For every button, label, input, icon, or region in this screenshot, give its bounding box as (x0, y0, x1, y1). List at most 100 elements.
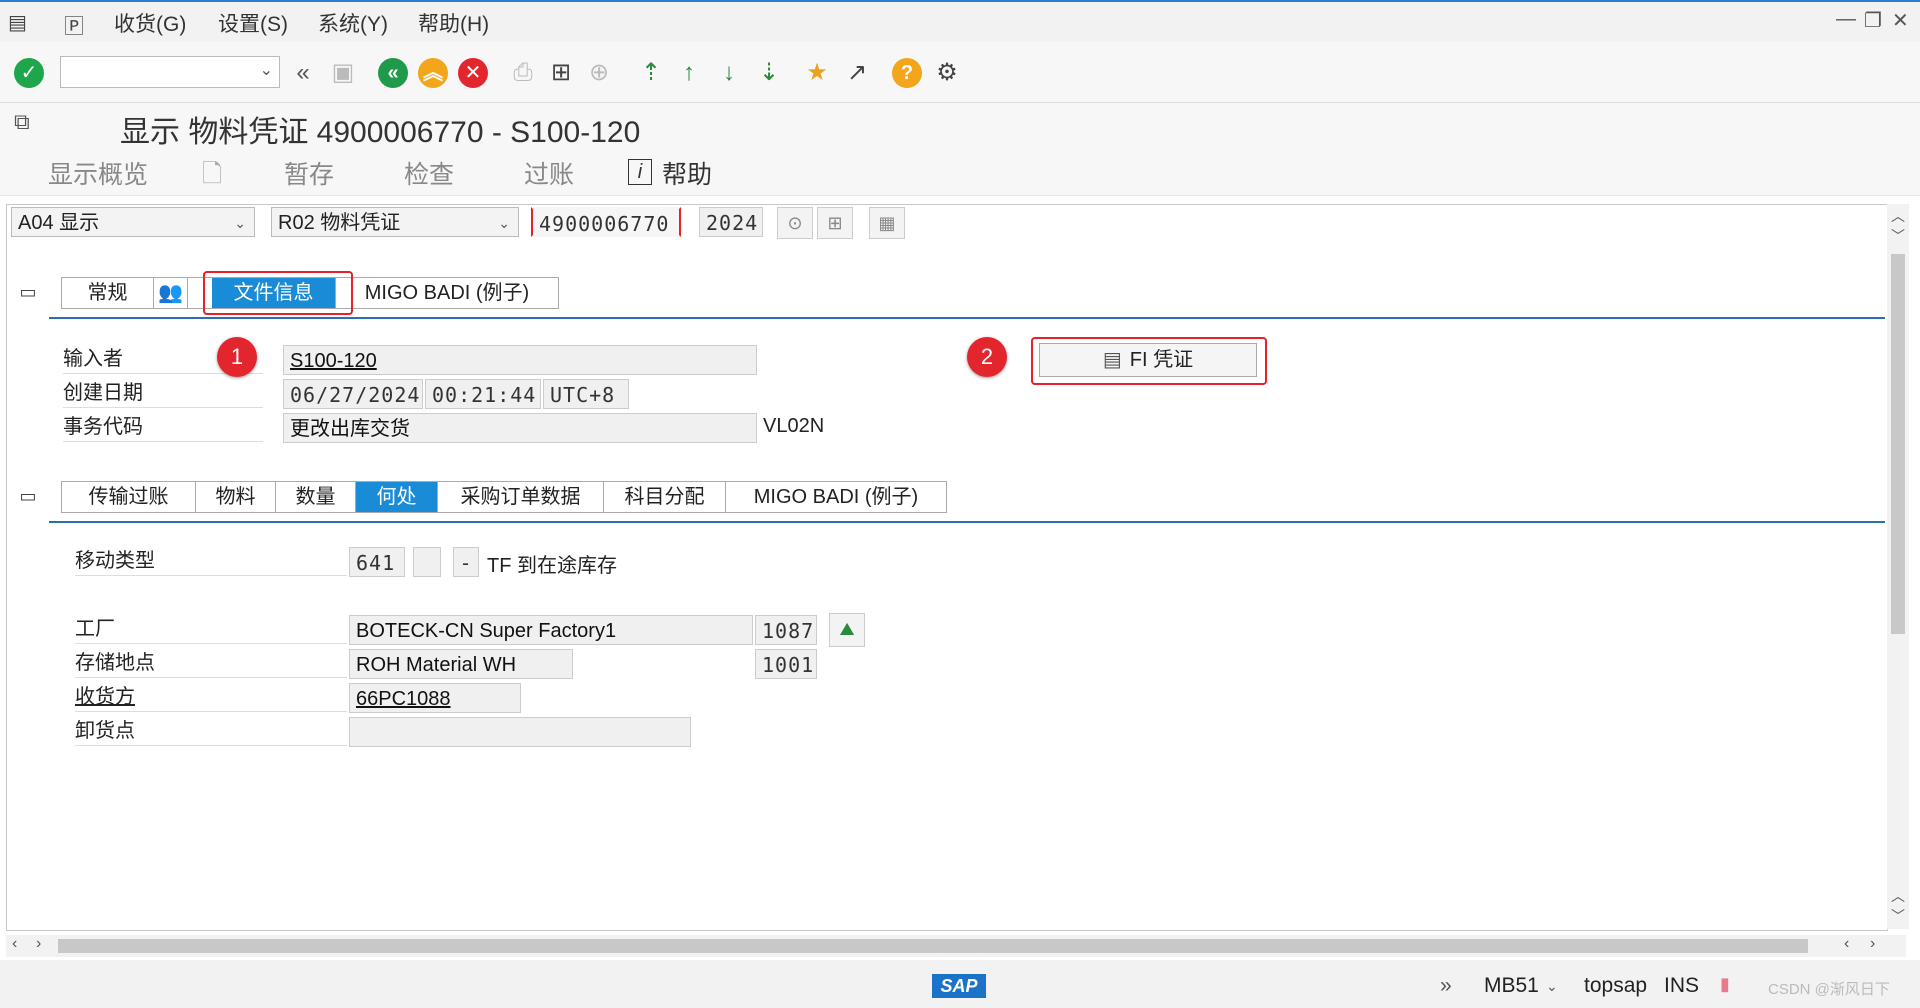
binoculars-icon[interactable]: ⊞ (817, 207, 853, 239)
horizontal-scrollbar[interactable]: ‹ › ‹ › (6, 935, 1906, 957)
year-field[interactable]: 2024 (699, 207, 763, 237)
storage-location-name-field: ROH Material WH (349, 649, 573, 679)
tcode-text-field: 更改出库交货 (283, 413, 757, 443)
tab-migo-badi[interactable]: MIGO BADI (例子) (336, 278, 558, 308)
scroll-down-bottom-icon[interactable]: ﹀ (1891, 906, 1905, 926)
recipient-label[interactable]: 收货方 (75, 683, 347, 712)
tab-spacer (188, 278, 204, 308)
chevron-down-icon: ⌄ (498, 215, 510, 231)
application-toolbar: 显示概览 🗋 暂存 检查 过账 i 帮助 (0, 149, 1920, 196)
tab-partner-icon[interactable]: 👥 (154, 278, 188, 308)
menu-help[interactable]: 帮助(H) (418, 8, 489, 38)
help-icon[interactable]: ? (892, 58, 922, 88)
vertical-scrollbar[interactable]: ︿ ﹀ ︿ ﹀ (1887, 204, 1909, 929)
tab-material[interactable]: 物料 (196, 482, 276, 512)
standard-toolbar: ✓ ⌄ « ▣ « ︽ ✕ ⎙ ⊞ ⊕ ⇡ ↑ ↓ ⇣ ★ ↗ ? ⚙ (0, 42, 1920, 103)
tab-general[interactable]: 常规 (62, 278, 154, 308)
fi-document-button[interactable]: ▤ FI 凭证 (1039, 343, 1257, 377)
special-stock-field (413, 547, 441, 577)
exit-icon[interactable]: ︽ (418, 58, 448, 88)
status-system: topsap (1584, 974, 1648, 997)
entered-by-field[interactable]: S100-120 (283, 345, 757, 375)
tab-where[interactable]: 何处 (356, 482, 438, 512)
movement-type-label: 移动类型 (75, 547, 347, 576)
tcode-value: VL02N (763, 415, 825, 437)
map-icon[interactable]: ⛰ (829, 613, 865, 647)
tab-account-assignment[interactable]: 科目分配 (604, 482, 726, 512)
status-mode: INS (1664, 974, 1700, 997)
back-double-icon[interactable]: « (286, 56, 320, 90)
reference-select[interactable]: R02 物料凭证 ⌄ (271, 207, 519, 237)
scroll-down-icon[interactable]: ﹀ (1891, 226, 1905, 246)
previous-page-icon[interactable]: ↑ (672, 56, 706, 90)
execute-icon[interactable]: ⊙ (777, 207, 813, 239)
close-icon[interactable]: ✕ (1892, 8, 1909, 33)
tab-po-data[interactable]: 采购订单数据 (438, 482, 604, 512)
tab-underline (49, 317, 1885, 319)
collapse-item-icon[interactable]: ▭ (13, 481, 43, 511)
storage-location-label: 存储地点 (75, 649, 347, 678)
print-icon[interactable]: ⎙ (506, 56, 540, 90)
unloading-point-label: 卸货点 (75, 717, 347, 746)
plant-name-field: BOTECK-CN Super Factory1 (349, 615, 753, 645)
created-date-field: 06/27/2024 (283, 379, 423, 409)
overview-button[interactable]: 显示概览 (48, 155, 148, 191)
find-next-icon[interactable]: ⊕ (582, 56, 616, 90)
plant-code-field: 1087 (755, 615, 817, 645)
scroll-left-end-icon[interactable]: ‹ (1844, 935, 1849, 953)
find-icon[interactable]: ⊞ (544, 56, 578, 90)
fi-icon: ▤ (1102, 349, 1122, 371)
menu-settings[interactable]: 设置(S) (218, 8, 288, 38)
tab-quantity[interactable]: 数量 (276, 482, 356, 512)
page-icon[interactable]: 🄿 (64, 10, 84, 39)
chevron-down-icon[interactable]: ⌄ (1546, 978, 1558, 995)
help-button[interactable]: 帮助 (662, 155, 712, 191)
vertical-scroll-thumb[interactable] (1891, 254, 1905, 634)
created-time-field: 00:21:44 (425, 379, 541, 409)
document-number-field[interactable]: 4900006770 (531, 207, 681, 237)
new-page-icon[interactable]: 🗋 (202, 155, 222, 198)
expand-status-icon[interactable]: » (1440, 974, 1452, 998)
action-select[interactable]: A04 显示 ⌄ (11, 207, 255, 237)
calculator-icon[interactable]: ▦ (869, 207, 905, 239)
scroll-up-bottom-icon[interactable]: ︿ (1891, 886, 1905, 906)
command-field[interactable]: ⌄ (60, 56, 280, 88)
horizontal-scroll-thumb[interactable] (58, 939, 1808, 953)
post-button[interactable]: 过账 (524, 155, 574, 191)
sap-logo: SAP (932, 974, 986, 998)
tab-migo-badi-item[interactable]: MIGO BADI (例子) (726, 482, 946, 512)
menu-bar: ▤ 🄿 收货(G) 设置(S) 系统(Y) 帮助(H) — ❐ ✕ (0, 0, 1920, 42)
movement-type-field: 641 (349, 547, 405, 577)
scroll-right-icon[interactable]: › (36, 935, 41, 953)
last-page-icon[interactable]: ⇣ (752, 56, 786, 90)
save-icon[interactable]: ▣ (326, 56, 360, 90)
next-page-icon[interactable]: ↓ (712, 56, 746, 90)
chevron-down-icon: ⌄ (234, 215, 246, 231)
document-icon[interactable]: ⧉ (14, 109, 30, 135)
collapse-header-icon[interactable]: ▭ (13, 277, 43, 307)
back-icon[interactable]: « (378, 58, 408, 88)
info-icon[interactable]: i (628, 159, 652, 185)
scroll-left-icon[interactable]: ‹ (12, 935, 17, 953)
annotation-badge-2: 2 (967, 337, 1007, 377)
status-tcode[interactable]: MB51 (1484, 974, 1539, 998)
create-session-icon[interactable]: ★ (800, 56, 834, 90)
tab-transfer[interactable]: 传输过账 (62, 482, 196, 512)
menu-system[interactable]: 系统(Y) (318, 8, 388, 38)
shortcut-icon[interactable]: ↗ (840, 56, 874, 90)
watermark: CSDN @渐风日下 (1768, 981, 1890, 998)
cancel-icon[interactable]: ✕ (458, 58, 488, 88)
check-button[interactable]: 检查 (404, 155, 454, 191)
hold-button[interactable]: 暂存 (284, 155, 334, 191)
menu-receive[interactable]: 收货(G) (114, 8, 186, 38)
movement-sign-field: - (453, 547, 479, 577)
minimize-icon[interactable]: — (1836, 8, 1856, 31)
first-page-icon[interactable]: ⇡ (634, 56, 668, 90)
chevron-down-icon[interactable]: ⌄ (260, 60, 273, 80)
enter-check-icon[interactable]: ✓ (14, 58, 44, 88)
scroll-up-icon[interactable]: ︿ (1891, 206, 1905, 226)
menu-toggle-icon[interactable]: ▤ (8, 10, 27, 35)
restore-icon[interactable]: ❐ (1864, 8, 1882, 33)
gear-icon[interactable]: ⚙ (930, 56, 964, 90)
scroll-right-end-icon[interactable]: › (1870, 935, 1875, 953)
